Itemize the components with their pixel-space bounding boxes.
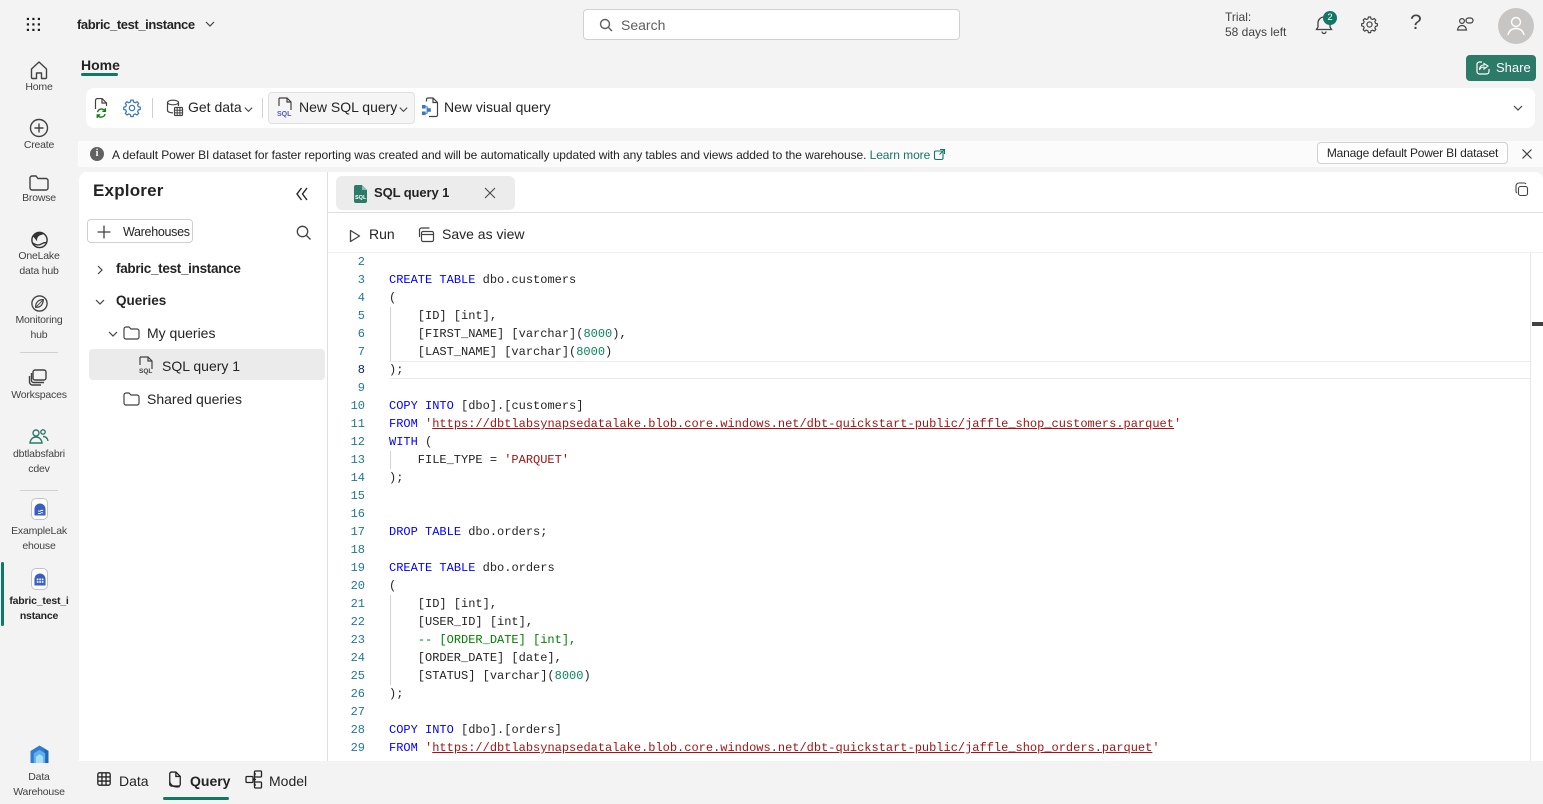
- svg-text:SQL: SQL: [139, 368, 152, 375]
- svg-text:SQL: SQL: [355, 195, 367, 201]
- svg-text:SQL: SQL: [277, 111, 292, 118]
